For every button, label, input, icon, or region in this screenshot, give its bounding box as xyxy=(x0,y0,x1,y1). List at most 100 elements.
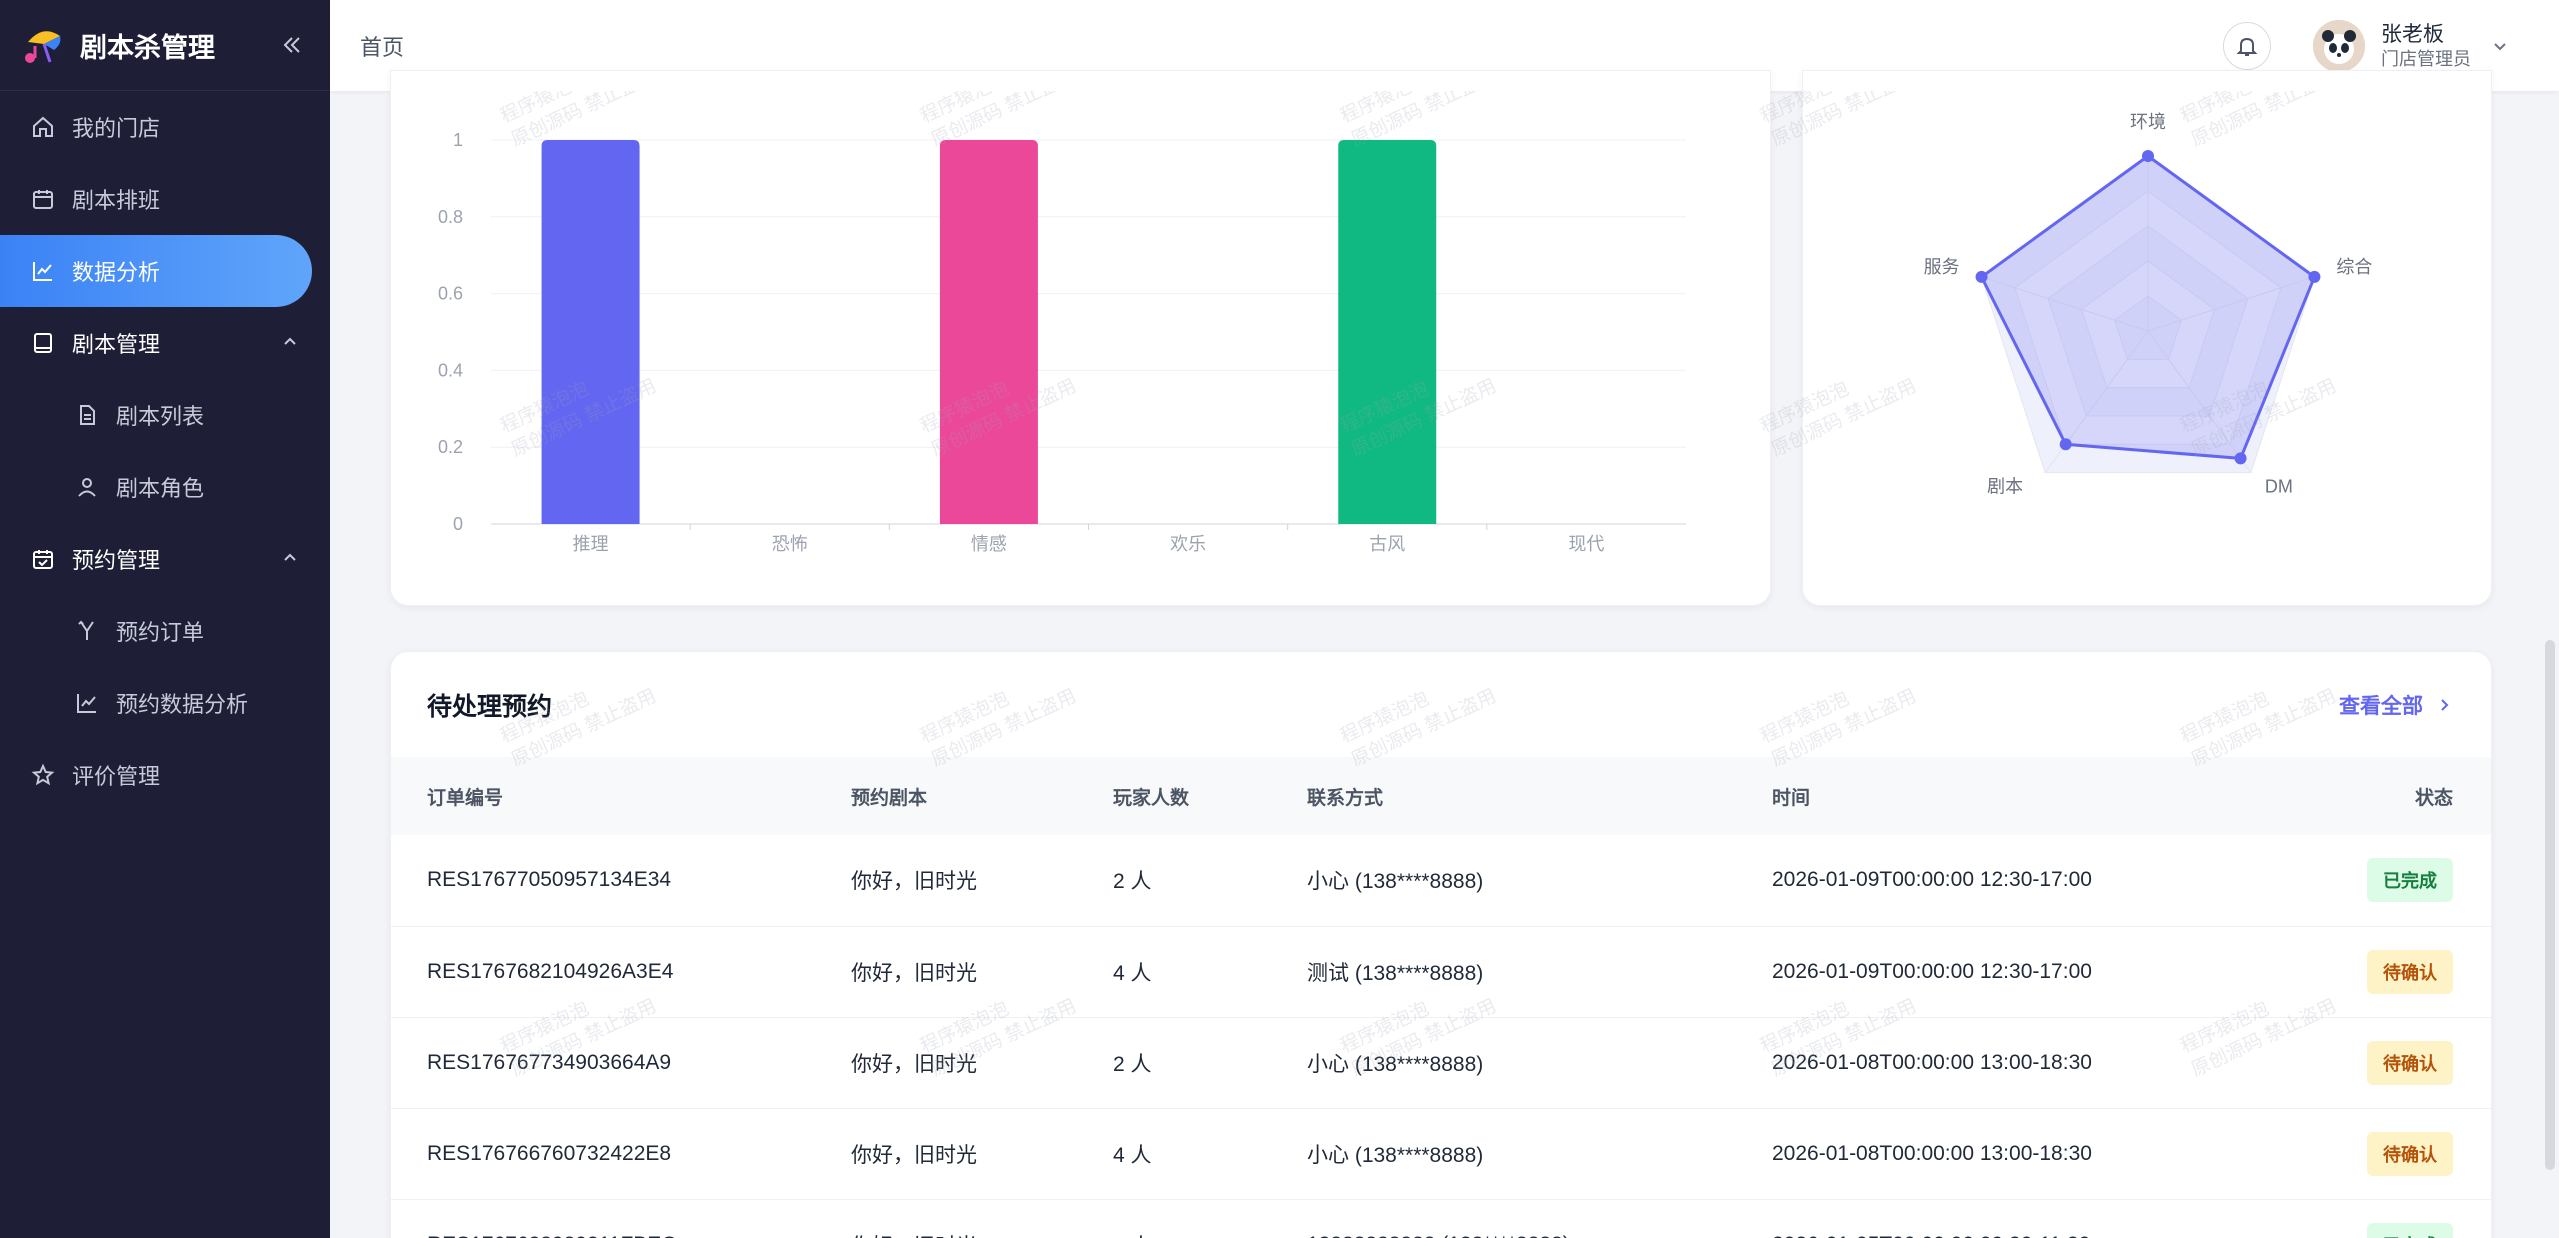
order-id-cell: RES1767638980311FBEC xyxy=(391,1199,851,1238)
contact-cell: 小心 (138****8888) xyxy=(1307,1017,1772,1109)
status-cell: 已完成 xyxy=(2232,835,2491,927)
y-tick-label: 0 xyxy=(453,514,463,534)
pending-bookings-table: 订单编号 预约剧本 玩家人数 联系方式 时间 状态 RES17677050957… xyxy=(391,757,2491,1238)
book-icon xyxy=(30,330,56,356)
y-tick-label: 1 xyxy=(453,130,463,150)
table-row[interactable]: RES1767638980311FBEC你好，旧时光4 人13888888888… xyxy=(391,1199,2491,1238)
players-cell: 2 人 xyxy=(1113,835,1307,927)
sidebar-item-reviews[interactable]: 评价管理 xyxy=(0,739,330,811)
script-cell: 你好，旧时光 xyxy=(851,926,1113,1018)
app-root: 剧本杀管理 我的门店 剧本排班 数据分析 剧本管理 剧本列表 剧本角色 预约管理… xyxy=(0,0,2559,1238)
logo-icon xyxy=(25,31,61,63)
rating-radar-chart-card: 环境 综合 DM 剧本 服务 xyxy=(1802,70,2492,606)
sidebar-item-script-management[interactable]: 剧本管理 xyxy=(0,307,330,379)
calendar-icon xyxy=(30,186,56,212)
players-cell: 4 人 xyxy=(1113,926,1307,1018)
status-badge: 已完成 xyxy=(2367,1222,2453,1238)
sidebar-item-label: 预约订单 xyxy=(116,620,205,645)
script-cell: 你好，旧时光 xyxy=(851,1017,1113,1109)
sidebar-item-label: 数据分析 xyxy=(72,260,161,285)
status-badge: 待确认 xyxy=(2367,949,2453,994)
column-header: 预约剧本 xyxy=(851,787,928,809)
user-info: 张老板 门店管理员 xyxy=(2381,22,2471,70)
table-row[interactable]: RES1767682104926A3E4 你好，旧时光 4 人测试 (138****… xyxy=(391,926,2491,1018)
radar-indicator-label: 剧本 xyxy=(1987,477,2023,497)
notification-button[interactable] xyxy=(2223,21,2271,70)
page-scrollbar[interactable] xyxy=(2545,640,2555,1170)
y-tick-label: 0.6 xyxy=(438,284,463,304)
time-cell: 2026-01-05T00:00:00 09:30-11:30 xyxy=(1772,1199,2232,1238)
column-header: 状态 xyxy=(2414,787,2453,809)
sidebar-item-booking-orders[interactable]: 预约订单 xyxy=(0,595,330,667)
script-cell: 你好，旧时光 xyxy=(851,835,1113,927)
table-row[interactable]: RES17677050957134E34 你好，旧时光 2 人小心 (138****… xyxy=(391,835,2491,927)
sidebar-item-my-store[interactable]: 我的门店 xyxy=(0,91,330,163)
column-header: 时间 xyxy=(1772,787,1811,809)
order-id-cell: RES17677050957134E34 xyxy=(391,835,851,927)
rating-radar-chart: 环境综合 DM 剧本 服务 xyxy=(1924,112,2373,497)
chart-line-icon xyxy=(74,690,100,716)
radar-point[interactable] xyxy=(2308,270,2321,283)
contact-cell: 测试 (138****8888) xyxy=(1307,926,1772,1018)
view-all-link[interactable]: 查看全部 xyxy=(2339,690,2453,720)
table-row[interactable]: RES176767734903664A9 你好，旧时光 2 人小心 (138****… xyxy=(391,1017,2491,1109)
status-cell: 待确认 xyxy=(2232,926,2491,1018)
bar[interactable] xyxy=(939,140,1038,524)
radar-point[interactable] xyxy=(1975,270,1988,283)
sidebar-item-label: 预约数据分析 xyxy=(116,692,249,717)
view-all-label: 查看全部 xyxy=(2339,694,2423,718)
home-icon xyxy=(30,114,56,140)
status-badge: 待确认 xyxy=(2367,1040,2453,1085)
genre-bar-chart-card: 0 0.2 0.4 0.6 0.8 1 推理 恐怖 情感 欢乐 古风 现代 xyxy=(390,70,1771,606)
chevron-down-icon xyxy=(2494,42,2506,50)
x-tick-label: 恐怖 xyxy=(772,534,808,554)
sidebar-item-label: 剧本列表 xyxy=(116,404,205,429)
genre-bar-chart: 0 0.2 0.4 0.6 0.8 1 推理 恐怖 情感 欢乐 古风 现代 xyxy=(438,130,1686,554)
sidebar-item-booking-analysis[interactable]: 预约数据分析 xyxy=(0,667,330,739)
sidebar-item-script-roles[interactable]: 剧本角色 xyxy=(0,451,330,523)
radar-indicator-label: 环境 xyxy=(2130,112,2166,132)
table-row[interactable]: RES176766760732422E8 你好，旧时光 4 人小心 (138****… xyxy=(391,1108,2491,1200)
table-header-row: 订单编号 预约剧本 玩家人数 联系方式 时间 状态 xyxy=(391,757,2491,835)
user-name: 张老板 xyxy=(2381,22,2444,46)
user-menu[interactable]: 张老板 门店管理员 xyxy=(2313,19,2509,72)
sidebar: 剧本杀管理 我的门店 剧本排班 数据分析 剧本管理 剧本列表 剧本角色 预约管理… xyxy=(0,0,330,1238)
column-header: 联系方式 xyxy=(1307,787,1384,809)
section-title: 待处理预约 xyxy=(427,692,553,721)
collapse-sidebar-button[interactable] xyxy=(272,25,312,65)
radar-point[interactable] xyxy=(2059,438,2072,451)
avatar xyxy=(2313,19,2365,72)
bell-icon xyxy=(2236,37,2258,56)
time-cell: 2026-01-09T00:00:00 12:30-17:00 xyxy=(1772,835,2232,927)
pending-bookings-card: 待处理预约 查看全部 订单编号 预约剧本 玩家人数 联系方式 时间 状态 RES… xyxy=(390,651,2492,1238)
time-cell: 2026-01-08T00:00:00 13:00-18:30 xyxy=(1772,1017,2232,1109)
sidebar-item-script-list[interactable]: 剧本列表 xyxy=(0,379,330,451)
user-icon xyxy=(74,474,100,500)
players-cell: 4 人 xyxy=(1113,1108,1307,1200)
x-tick-label: 现代 xyxy=(1568,534,1604,554)
order-id-cell: RES176766760732422E8 xyxy=(391,1108,851,1200)
radar-point[interactable] xyxy=(2142,150,2154,162)
x-tick-label: 欢乐 xyxy=(1170,534,1206,554)
sidebar-item-label: 评价管理 xyxy=(72,764,161,789)
sidebar-item-data-analysis[interactable]: 数据分析 xyxy=(0,235,312,307)
sidebar-item-schedule[interactable]: 剧本排班 xyxy=(0,163,330,235)
x-tick-label: 古风 xyxy=(1369,534,1405,554)
star-icon xyxy=(30,762,56,788)
chevron-up-icon xyxy=(284,553,296,561)
pending-bookings-header: 待处理预约 查看全部 xyxy=(391,652,2491,757)
chart-line-icon xyxy=(30,258,56,284)
sidebar-item-booking-management[interactable]: 预约管理 xyxy=(0,523,330,595)
x-tick-label: 情感 xyxy=(971,534,1007,554)
chevron-right-icon xyxy=(2441,698,2449,711)
bar[interactable] xyxy=(1338,140,1437,524)
order-id-cell: RES176767734903664A9 xyxy=(391,1017,851,1109)
radar-indicator-label: DM xyxy=(2265,477,2293,497)
x-tick-label: 推理 xyxy=(573,534,609,554)
breadcrumb[interactable]: 首页 xyxy=(360,30,2223,62)
y-tick-label: 0.4 xyxy=(438,360,463,380)
sidebar-item-label: 预约管理 xyxy=(72,548,161,573)
column-header: 玩家人数 xyxy=(1113,787,1190,809)
radar-point[interactable] xyxy=(2234,452,2247,465)
bar[interactable] xyxy=(541,140,640,524)
